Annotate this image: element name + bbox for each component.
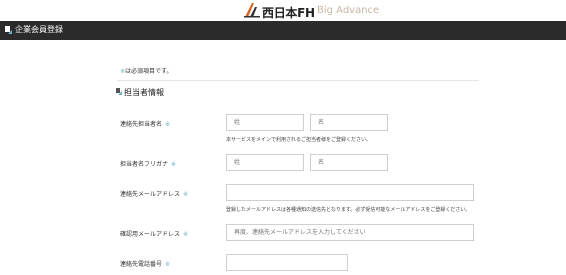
contact-name-help: 本サービスをメインで利用されるご担当者様をご登録ください。 xyxy=(226,137,372,143)
contact-kana-label: 担当者名フリガナ ※ xyxy=(120,159,176,168)
brand-subtitle: Big Advance xyxy=(317,5,380,16)
required-mark: ※ xyxy=(171,161,177,168)
pencil-icon xyxy=(5,26,12,34)
email-confirm-input[interactable] xyxy=(226,224,474,241)
label-text: 担当者名フリガナ xyxy=(120,161,169,168)
email-help: 登録したメールアドレスは各種通知の送信先となります。必ず受信可能なメールアドレス… xyxy=(226,207,471,213)
required-note-text: は必須項目です。 xyxy=(125,68,173,75)
section-title: 担当者情報 xyxy=(124,88,164,97)
email-input[interactable] xyxy=(226,184,474,201)
label-text: 連絡先メールアドレス xyxy=(120,191,181,198)
label-text: 連絡先担当者名 xyxy=(120,121,163,128)
contact-first-name-input[interactable] xyxy=(310,114,388,131)
required-mark: ※ xyxy=(183,191,189,198)
brand-bar: 西日本FH Big Advance xyxy=(0,0,566,21)
phone-label: 連絡先電話番号 ※ xyxy=(120,259,170,268)
required-mark: ※ xyxy=(165,121,171,128)
divider xyxy=(117,80,479,81)
contact-name-label: 連絡先担当者名 ※ xyxy=(120,119,170,128)
kana-last-name-input[interactable] xyxy=(226,154,304,171)
kana-first-name-input[interactable] xyxy=(310,154,388,171)
brand-logo-icon xyxy=(244,3,260,18)
page-header xyxy=(0,21,566,40)
email-label: 連絡先メールアドレス ※ xyxy=(120,189,188,198)
email-confirm-label: 確認用メールアドレス ※ xyxy=(120,229,188,238)
required-mark: ※ xyxy=(165,261,171,268)
contact-last-name-input[interactable] xyxy=(226,114,304,131)
pencil-icon xyxy=(116,88,122,95)
label-text: 連絡先電話番号 xyxy=(120,261,163,268)
required-mark: ※ xyxy=(183,231,189,238)
brand-name: 西日本FH xyxy=(262,6,315,20)
required-note: ※は必須項目です。 xyxy=(120,66,172,75)
label-text: 確認用メールアドレス xyxy=(120,231,181,238)
phone-input[interactable] xyxy=(226,254,348,271)
page-title: 企業会員登録 xyxy=(15,25,63,34)
